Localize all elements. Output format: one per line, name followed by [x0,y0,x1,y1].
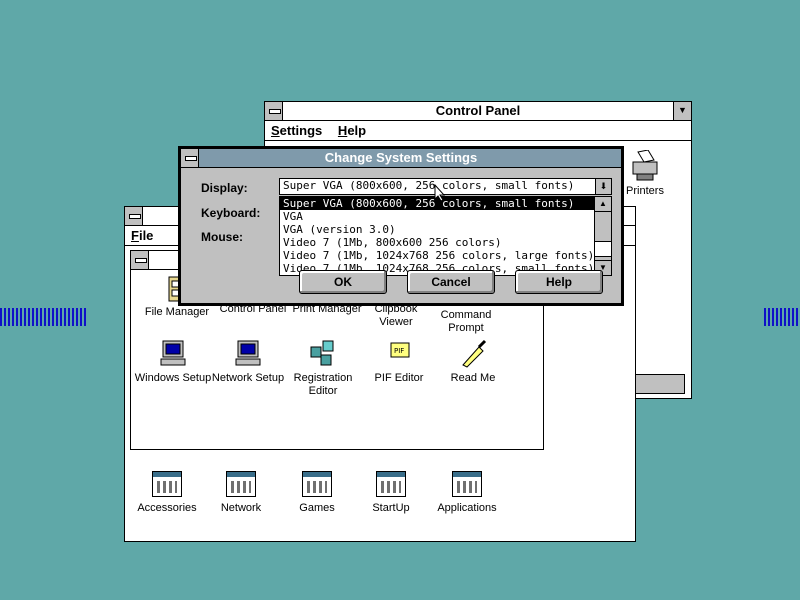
mouse-label: Mouse: [201,230,243,244]
display-option[interactable]: Video 7 (1Mb, 800x600 256 colors) [280,236,611,249]
system-menu-icon[interactable] [125,207,143,225]
printers-label: Printers [626,185,664,197]
network-setup-item[interactable]: Network Setup [205,339,291,385]
program-group-icon [452,471,482,497]
system-menu-icon[interactable] [265,102,283,120]
scroll-up-icon[interactable]: ▲ [595,197,611,212]
command-prompt-item[interactable]: Command Prompt [427,309,505,335]
program-group-icon [226,471,256,497]
display-label: Display: [201,181,248,195]
file-manager-label: File Manager [144,306,210,318]
group-accessories[interactable]: Accessories [125,471,209,515]
group-network[interactable]: Network [199,471,283,515]
menu-settings[interactable]: Settings [265,121,328,140]
registry-cubes-icon [310,340,334,366]
dialog-titlebar[interactable]: Change System Settings [181,149,621,168]
system-menu-icon[interactable] [181,149,199,167]
cancel-button[interactable]: Cancel [407,270,495,294]
control-panel-title: Control Panel [435,103,521,118]
menu-file[interactable]: File [125,226,159,245]
group-label: Applications [437,502,497,514]
group-applications[interactable]: Applications [425,471,509,515]
dropdown-scrollbar[interactable]: ▲ ▼ [594,197,611,275]
mouse-pointer-icon [434,184,446,202]
help-button[interactable]: Help [515,270,603,294]
display-dropdown-list[interactable]: Super VGA (800x600, 256 colors, small fo… [279,196,612,276]
clipbook-viewer-item[interactable]: Clipbook Viewer [359,303,433,329]
group-label: StartUp [372,502,410,514]
display-option[interactable]: VGA (version 3.0) [280,223,611,236]
pif-editor-item[interactable]: PIF PIF Editor [357,339,441,385]
program-group-icon [302,471,332,497]
network-computer-icon [235,340,261,366]
menu-help[interactable]: Help [332,121,372,140]
group-label: Accessories [137,502,197,514]
registration-editor-label: Registration Editor [293,372,353,397]
control-panel-menubar: Settings Help [265,121,691,141]
program-group-icon [152,471,182,497]
read-me-item[interactable]: Read Me [431,339,515,385]
group-games[interactable]: Games [275,471,359,515]
computer-icon [160,340,186,366]
windows-setup-label: Windows Setup [134,372,212,384]
group-label: Network [220,502,262,514]
svg-text:PIF: PIF [394,347,404,355]
pen-paper-icon [462,339,487,368]
scroll-thumb[interactable] [595,241,611,257]
command-prompt-label: Command Prompt [440,309,492,334]
clipbook-viewer-label: Clipbook Viewer [374,303,418,328]
control-panel-hscroll[interactable] [633,374,685,394]
group-startup[interactable]: StartUp [349,471,433,515]
windows-setup-item[interactable]: Windows Setup [131,339,215,385]
system-menu-icon[interactable] [131,251,149,269]
desktop-pattern-left [0,308,88,326]
ok-button[interactable]: OK [299,270,387,294]
display-option[interactable]: VGA [280,210,611,223]
display-option[interactable]: Video 7 (1Mb, 1024x768 256 colors, large… [280,249,611,262]
desktop-pattern-right [764,308,800,326]
minimize-icon[interactable]: ▼ [673,102,691,120]
program-group-icon [376,471,406,497]
printer-icon [632,150,658,181]
dialog-title: Change System Settings [324,150,478,165]
pif-editor-label: PIF Editor [374,372,424,384]
change-system-settings-dialog[interactable]: Change System Settings Display: Keyboard… [178,146,624,306]
read-me-label: Read Me [450,372,496,384]
keyboard-label: Keyboard: [201,206,261,220]
control-panel-titlebar[interactable]: Control Panel ▼ [265,102,691,121]
group-label: Games [299,502,335,514]
dropdown-arrow-icon[interactable]: ⬇ [595,179,611,194]
registration-editor-item[interactable]: Registration Editor [281,339,365,398]
network-setup-label: Network Setup [211,372,285,384]
pif-icon: PIF [390,342,410,358]
